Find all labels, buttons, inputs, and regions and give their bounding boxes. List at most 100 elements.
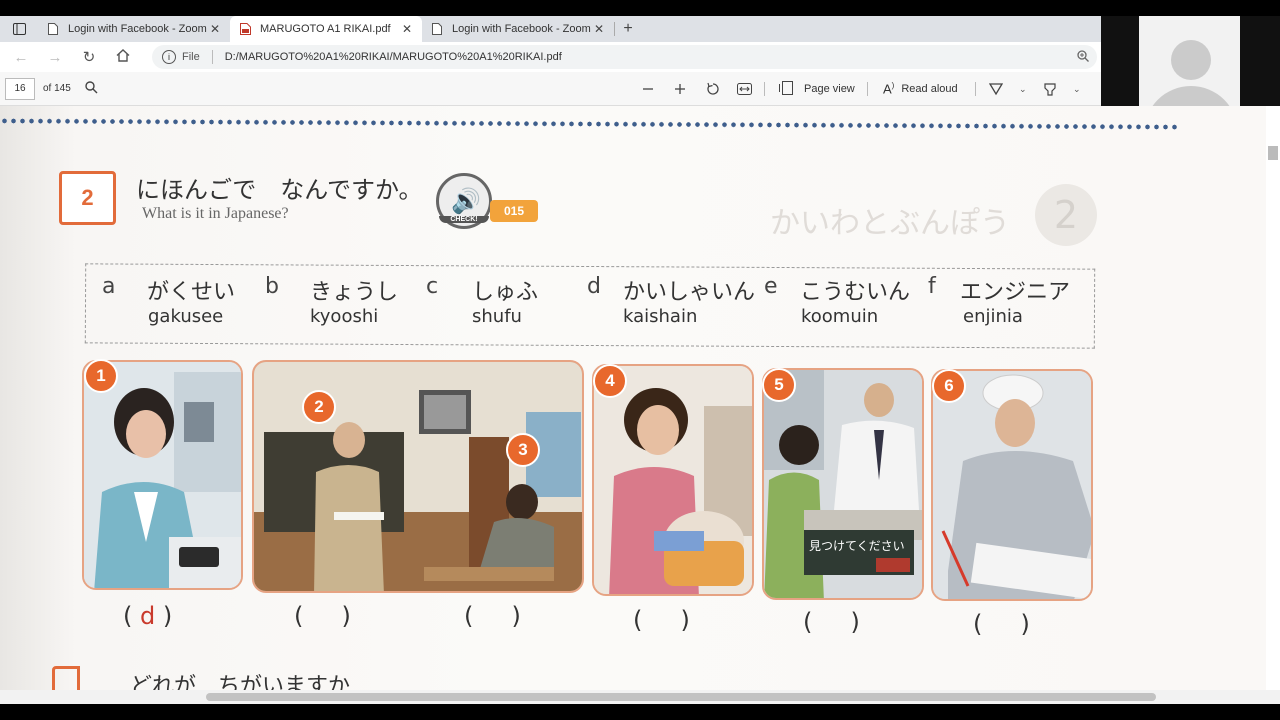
pdf-viewer[interactable]: かいわとぶんぽう 2 2 にほんごで なんですか。 What is it in … — [0, 106, 1266, 690]
page-number-input[interactable]: 16 — [5, 77, 35, 100]
section-title-jp: にほんごで なんですか。 — [136, 176, 423, 204]
office-scene-illustration — [84, 362, 241, 588]
toolbar-divider — [764, 82, 765, 96]
vocab-letter: a — [102, 274, 116, 299]
photo-number-badge: 4 — [593, 364, 627, 398]
answer-blank-5: ( ) — [803, 608, 860, 636]
fit-page-icon[interactable] — [737, 72, 752, 106]
info-icon[interactable]: i — [162, 50, 176, 64]
url-field[interactable]: i File D:/MARUGOTO%20A1%20RIKAI/MARUGOTO… — [152, 45, 1097, 69]
photo-number-badge: 6 — [932, 369, 966, 403]
vocab-romaji: gakusee — [148, 306, 224, 327]
tab-title: Login with Facebook - Zoom — [68, 23, 207, 35]
next-section-number-box — [52, 666, 80, 690]
pdf-page: かいわとぶんぽう 2 2 にほんごで なんですか。 What is it in … — [0, 106, 1266, 690]
url-scheme-label: File — [182, 51, 200, 63]
vocab-romaji: kyooshi — [310, 306, 379, 327]
office-counter-illustration: 見つけてください — [764, 370, 922, 598]
vocab-kana: エンジニア — [960, 280, 1071, 305]
avatar-head — [1171, 40, 1211, 80]
document-icon — [430, 22, 444, 36]
pdf-icon — [238, 22, 252, 36]
new-tab-button[interactable]: + — [615, 16, 641, 42]
vocab-romaji: koomuin — [801, 306, 879, 327]
horizontal-scroll-thumb[interactable] — [206, 693, 1156, 701]
photo-number-badge: 5 — [762, 368, 796, 402]
classroom-scene-illustration — [254, 362, 582, 591]
vocab-romaji: kaishain — [623, 306, 698, 327]
answer-blank-6: ( ) — [973, 610, 1030, 638]
page-view-icon — [779, 80, 795, 98]
zoom-out-icon[interactable] — [642, 72, 654, 106]
read-aloud-button[interactable]: A) Read aloud — [883, 72, 958, 106]
photo-classroom — [252, 360, 584, 593]
close-icon[interactable]: ✕ — [208, 22, 222, 36]
back-icon[interactable]: ← — [4, 49, 38, 66]
url-divider — [211, 50, 213, 64]
url-text: D:/MARUGOTO%20A1%20RIKAI/MARUGOTO%20A1%2… — [224, 51, 562, 63]
read-aloud-icon: A) — [883, 81, 895, 97]
draw-icon[interactable] — [989, 72, 1003, 106]
office-sign-text: 見つけてください — [809, 539, 905, 553]
chevron-down-icon[interactable]: ⌄ — [1073, 72, 1081, 106]
tab-strip: Login with Facebook - Zoom ✕ MARUGOTO A1… — [0, 16, 1101, 42]
tab-zoom-login-2[interactable]: Login with Facebook - Zoom ✕ — [422, 16, 614, 42]
vocab-kana: がくせい — [147, 280, 236, 305]
zoom-in-icon[interactable] — [674, 72, 686, 106]
answer-blank-1: ( d ) — [123, 602, 173, 630]
vocab-kana: しゅふ — [472, 280, 539, 305]
engineer-scene-illustration — [933, 371, 1091, 599]
audio-check-badge: 🔊 CHECK! — [436, 173, 492, 229]
tab-title: MARUGOTO A1 RIKAI.pdf — [260, 23, 391, 35]
rotate-icon[interactable] — [706, 72, 720, 106]
answer-blank-2: ( ) — [294, 602, 351, 630]
show-through-number: 2 — [1035, 184, 1097, 246]
answer-blank-3: ( ) — [464, 602, 521, 630]
bottom-black-bar — [0, 704, 1280, 720]
forward-icon[interactable]: → — [38, 49, 72, 66]
tab-actions-icon[interactable] — [0, 16, 38, 42]
track-number: 015 — [490, 200, 538, 222]
vocab-letter: f — [928, 274, 936, 299]
chevron-down-icon[interactable]: ⌄ — [1019, 72, 1027, 106]
photo-number-badge: 2 — [302, 390, 336, 424]
vocab-romaji: shufu — [472, 306, 522, 327]
avatar — [1139, 16, 1240, 117]
home-scene-illustration — [594, 366, 752, 594]
highlight-icon[interactable] — [1043, 72, 1057, 106]
tab-marugoto-pdf[interactable]: MARUGOTO A1 RIKAI.pdf ✕ — [230, 16, 422, 42]
vocab-kana: かいしゃいん — [623, 280, 756, 305]
vocab-kana: こうむいん — [800, 280, 911, 305]
refresh-icon[interactable]: ↻ — [72, 48, 106, 66]
vertical-scroll-thumb[interactable] — [1268, 146, 1278, 160]
tab-zoom-login-1[interactable]: Login with Facebook - Zoom ✕ — [38, 16, 230, 42]
top-black-bar — [0, 0, 1280, 16]
dotted-divider — [0, 116, 1181, 132]
photo-housewife — [592, 364, 754, 596]
vocab-letter: b — [265, 274, 279, 299]
vocab-kana: きょうし — [310, 280, 399, 305]
photo-office-worker — [82, 360, 243, 590]
vocab-letter: c — [426, 274, 439, 299]
toolbar-divider — [867, 82, 868, 96]
show-through-text: かいわとぶんぽう — [770, 206, 1010, 241]
page-view-label: Page view — [804, 83, 855, 95]
document-icon — [46, 22, 60, 36]
answer-blank-4: ( ) — [633, 606, 690, 634]
pdf-toolbar: 16 of 145 Page view A) Read aloud ⌄ ⌄ — [0, 72, 1101, 106]
photo-number-badge: 3 — [506, 433, 540, 467]
close-icon[interactable]: ✕ — [592, 22, 606, 36]
vertical-scrollbar[interactable] — [1266, 106, 1280, 690]
address-bar-row: ← → ↻ i File D:/MARUGOTO%20A1%20RIKAI/MA… — [0, 42, 1101, 72]
vocab-romaji: enjinia — [963, 306, 1023, 327]
close-icon[interactable]: ✕ — [400, 22, 414, 36]
check-label: CHECK! — [439, 216, 489, 223]
search-icon[interactable] — [85, 80, 98, 97]
section-title-en: What is it in Japanese? — [142, 205, 289, 222]
home-icon[interactable] — [106, 48, 140, 66]
answer-text: d — [140, 602, 156, 630]
vocab-letter: d — [587, 274, 601, 299]
page-view-button[interactable]: Page view — [779, 72, 855, 106]
read-aloud-label: Read aloud — [901, 83, 958, 95]
zoom-icon[interactable] — [1077, 49, 1089, 65]
